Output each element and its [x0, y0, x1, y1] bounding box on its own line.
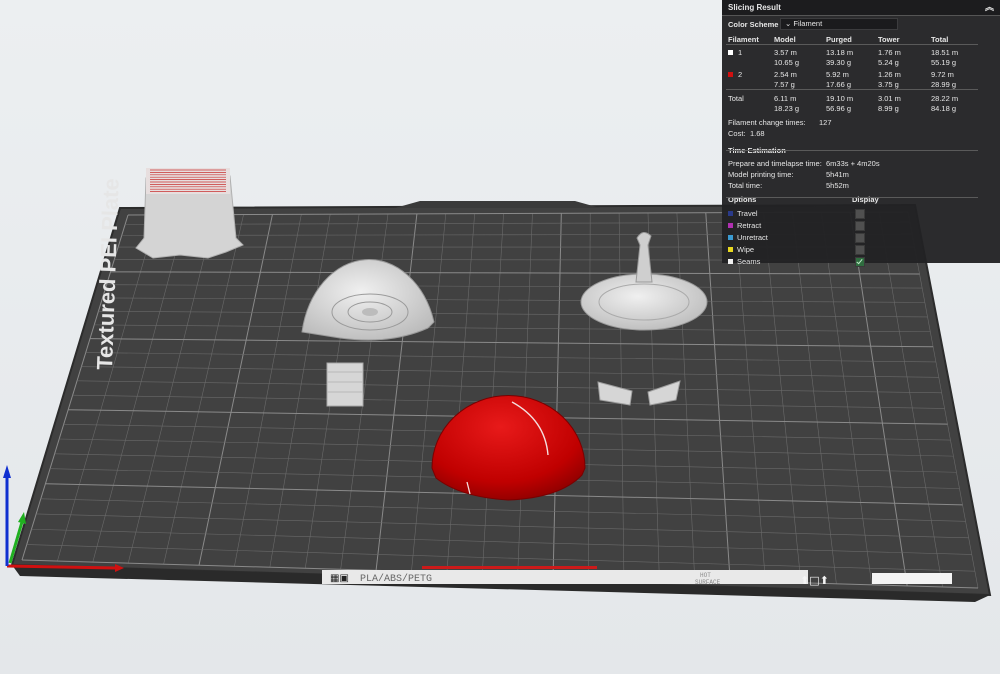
retract-checkbox[interactable]	[855, 221, 865, 231]
white-cube[interactable]	[326, 362, 364, 407]
total-time-row: Total time: 5h52m	[722, 181, 1000, 192]
table-header-row: Filament Model Purged Tower Total	[722, 32, 1000, 44]
unretract-swatch	[728, 235, 733, 240]
option-wipe[interactable]: Wipe	[722, 244, 1000, 256]
slicing-result-header: Slicing Result ︽	[722, 0, 1000, 16]
option-seams[interactable]: Seams	[722, 256, 1000, 268]
seams-swatch	[728, 259, 733, 264]
filament-2-model-weight: 7.57 g	[774, 80, 795, 89]
filament-change-value: 127	[819, 118, 832, 127]
filament-change-label: Filament change times:	[728, 118, 806, 127]
filament-1-model-length: 3.57 m	[774, 48, 797, 57]
filament-1-tower-length: 1.76 m	[878, 48, 901, 57]
build-plate-tab	[395, 201, 600, 208]
option-retract[interactable]: Retract	[722, 220, 1000, 232]
options-header-row: Options Display	[722, 194, 1000, 206]
prepare-time-label: Prepare and timelapse time:	[728, 159, 822, 168]
hot-surface-line2: SURFACE	[695, 579, 721, 586]
red-strip	[422, 566, 597, 569]
cost-label: Cost:	[728, 129, 746, 138]
filament-1-model-weight: 10.65 g	[774, 58, 800, 67]
filament-2-model-length: 2.54 m	[774, 70, 797, 79]
filament-2-id: 2	[738, 70, 743, 79]
color-scheme-select[interactable]: ⌄ Filament	[780, 18, 898, 30]
chevron-up-double-icon[interactable]: ︽	[985, 0, 994, 15]
totals-total-length: 28.22 m	[931, 94, 959, 103]
travel-label: Travel	[737, 209, 758, 218]
col-header-purged: Purged	[826, 35, 852, 44]
model-time-value: 5h41m	[826, 170, 849, 179]
seams-label: Seams	[737, 257, 761, 266]
prepare-time-row: Prepare and timelapse time: 6m33s + 4m20…	[722, 159, 1000, 170]
plate-white-box	[872, 573, 952, 584]
material-label: PLA/ABS/PETG	[360, 573, 432, 585]
travel-checkbox[interactable]	[855, 209, 865, 219]
totals-total-weight: 84.18 g	[931, 104, 957, 113]
totals-model-length: 6.11 m	[774, 94, 797, 103]
wipe-checkbox[interactable]	[855, 245, 865, 255]
color-scheme-label: Color Scheme	[728, 20, 779, 29]
filament-1-total-length: 18.51 m	[931, 48, 959, 57]
col-header-filament: Filament	[728, 35, 759, 44]
filament-2-tower-length: 1.26 m	[878, 70, 901, 79]
total-time-value: 5h52m	[826, 181, 849, 190]
filament-1-total-weight: 55.19 g	[931, 58, 957, 67]
unretract-checkbox[interactable]	[855, 233, 865, 243]
filament-1-id: 1	[738, 48, 743, 57]
filament-2-purged-length: 5.92 m	[826, 70, 849, 79]
retract-label: Retract	[737, 221, 762, 230]
filament-change-row: Filament change times: 127	[722, 118, 1000, 129]
cost-row: Cost: 1.68	[722, 129, 1000, 140]
slicing-result-title: Slicing Result	[728, 3, 781, 12]
filament-2-swatch	[728, 72, 733, 77]
totals-model-weight: 18.23 g	[774, 104, 800, 113]
retract-swatch	[728, 223, 733, 228]
travel-swatch	[728, 211, 733, 216]
model-time-row: Model printing time: 5h41m	[722, 170, 1000, 181]
filament-1-swatch	[728, 50, 733, 55]
filament-2-tower-weight: 3.75 g	[878, 80, 899, 89]
plate-logo-icon: ▦▣	[330, 573, 349, 584]
filament-2-total-length: 9.72 m	[931, 70, 954, 79]
slicing-result-panel: Slicing Result ︽ Color Scheme ⌄ Filament…	[722, 0, 1000, 267]
options-list: Travel Retract Unretract Wipe Seams	[722, 208, 1000, 268]
seams-checkbox[interactable]	[855, 257, 865, 267]
unretract-label: Unretract	[737, 233, 768, 242]
wipe-swatch	[728, 247, 733, 252]
filament-row-2: 2 2.54 m 7.57 g 5.92 m 17.66 g 1.26 m 3.…	[722, 68, 1000, 90]
hot-surface-line1: HOT	[700, 572, 711, 579]
filament-2-total-weight: 28.99 g	[931, 80, 957, 89]
time-estimation-title-row: Time Estimation	[722, 144, 1000, 158]
totals-row: Total 6.11 m 18.23 g 19.10 m 56.96 g 3.0…	[722, 92, 1000, 114]
color-scheme-value: Filament	[793, 19, 823, 28]
prime-tower[interactable]	[135, 168, 244, 259]
totals-purged-weight: 56.96 g	[826, 104, 852, 113]
model-time-label: Model printing time:	[728, 170, 794, 179]
color-scheme-row: Color Scheme ⌄ Filament	[722, 16, 1000, 32]
col-header-model: Model	[774, 35, 796, 44]
option-travel[interactable]: Travel	[722, 208, 1000, 220]
plate-icons: ⬆□⬆	[800, 574, 829, 587]
filament-1-tower-weight: 5.24 g	[878, 58, 899, 67]
totals-label: Total	[728, 94, 744, 103]
totals-tower-weight: 8.99 g	[878, 104, 899, 113]
wipe-label: Wipe	[737, 245, 755, 254]
totals-tower-length: 3.01 m	[878, 94, 901, 103]
option-unretract[interactable]: Unretract	[722, 232, 1000, 244]
chevron-down-icon: ⌄	[785, 19, 792, 28]
col-header-tower: Tower	[878, 35, 900, 44]
total-time-label: Total time:	[728, 181, 763, 190]
filament-2-purged-weight: 17.66 g	[826, 80, 852, 89]
filament-1-purged-weight: 39.30 g	[826, 58, 852, 67]
totals-purged-length: 19.10 m	[826, 94, 854, 103]
prepare-time-value: 6m33s + 4m20s	[826, 159, 880, 168]
filament-row-1: 1 3.57 m 10.65 g 13.18 m 39.30 g 1.76 m …	[722, 46, 1000, 68]
cost-value: 1.68	[750, 129, 765, 138]
filament-1-purged-length: 13.18 m	[826, 48, 854, 57]
col-header-total: Total	[931, 35, 949, 44]
